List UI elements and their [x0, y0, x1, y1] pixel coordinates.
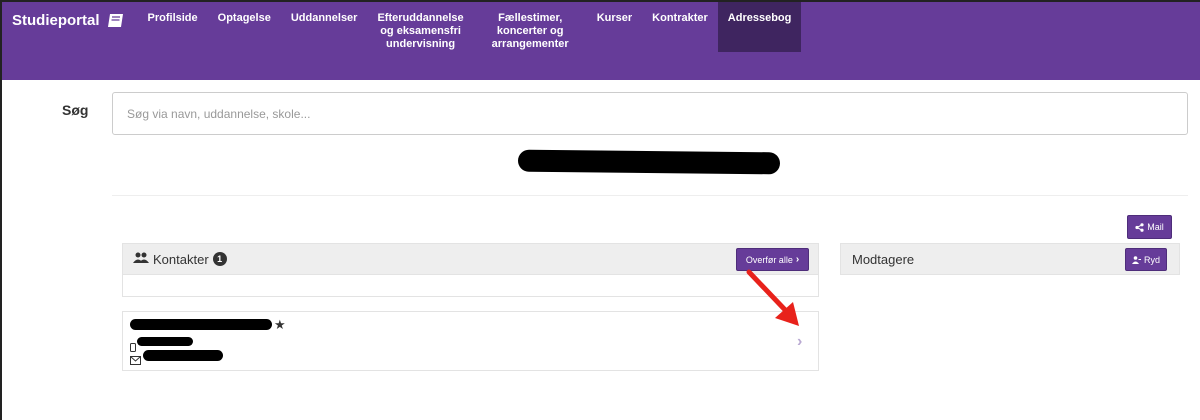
- transfer-all-label: Overfør alle: [745, 254, 793, 265]
- annotation-arrow: [746, 269, 799, 326]
- nav-item-efteruddannelse[interactable]: Efteruddannelse og eksamensfri undervisn…: [367, 2, 473, 80]
- redacted-email: [143, 350, 223, 361]
- contacts-title: Kontakter: [153, 251, 209, 267]
- search-input[interactable]: [112, 92, 1188, 135]
- clear-button-label: Ryd: [1143, 254, 1160, 265]
- nav-label: Fællestimer,: [498, 12, 563, 24]
- divider: [112, 195, 1188, 196]
- nav-label: koncerter og: [496, 25, 564, 37]
- mail-button-label: Mail: [1147, 222, 1164, 232]
- nav-label: Kontrakter: [652, 12, 708, 24]
- book-icon: [107, 13, 124, 28]
- nav-label: Adressebog: [727, 12, 792, 24]
- contacts-title-group: Kontakter 1: [133, 252, 227, 267]
- users-icon: [133, 252, 149, 267]
- redacted-phone: [137, 337, 193, 346]
- clear-button[interactable]: Ryd: [1125, 248, 1167, 271]
- share-icon: [1135, 222, 1144, 232]
- redacted-contact-name: [130, 319, 272, 330]
- nav-label: undervisning: [386, 38, 456, 50]
- brand-name: Studieportal: [12, 11, 100, 29]
- nav-item-profilside[interactable]: Profilside: [138, 2, 208, 80]
- search-label: Søg: [62, 102, 89, 118]
- nav-item-kurser[interactable]: Kurser: [587, 2, 642, 80]
- top-navbar: Studieportal Profilside Optagelse Uddann…: [2, 2, 1200, 80]
- redacted-name: [517, 149, 781, 175]
- nav-item-uddannelser[interactable]: Uddannelser: [281, 2, 368, 80]
- brand-link[interactable]: Studieportal: [2, 2, 138, 38]
- nav-item-kontrakter[interactable]: Kontrakter: [642, 2, 718, 80]
- contacts-count-badge: 1: [212, 252, 227, 266]
- nav-item-adressebog[interactable]: Adressebog: [717, 2, 802, 52]
- nav-label: Kurser: [596, 12, 633, 24]
- mail-button[interactable]: Mail: [1127, 215, 1172, 239]
- nav-item-faellestimer[interactable]: Fællestimer, koncerter og arrangementer: [474, 2, 587, 80]
- recipients-title: Modtagere: [852, 251, 915, 267]
- contacts-panel-header: Kontakter 1: [122, 243, 819, 275]
- nav-item-optagelse[interactable]: Optagelse: [208, 2, 281, 80]
- chevron-right-icon: ›: [795, 254, 800, 265]
- chevron-right-icon[interactable]: ›: [797, 333, 802, 351]
- user-remove-icon: [1131, 255, 1141, 264]
- contacts-filter-row: [122, 275, 819, 297]
- star-icon[interactable]: ★: [274, 317, 286, 333]
- nav-label: og eksamensfri: [380, 25, 461, 37]
- nav-label: Uddannelser: [290, 12, 358, 24]
- nav-label: Efteruddannelse: [377, 12, 464, 24]
- envelope-icon: [130, 352, 141, 370]
- nav-label: Optagelse: [217, 12, 271, 24]
- nav-label: Profilside: [147, 12, 198, 24]
- nav-label: arrangementer: [491, 38, 569, 50]
